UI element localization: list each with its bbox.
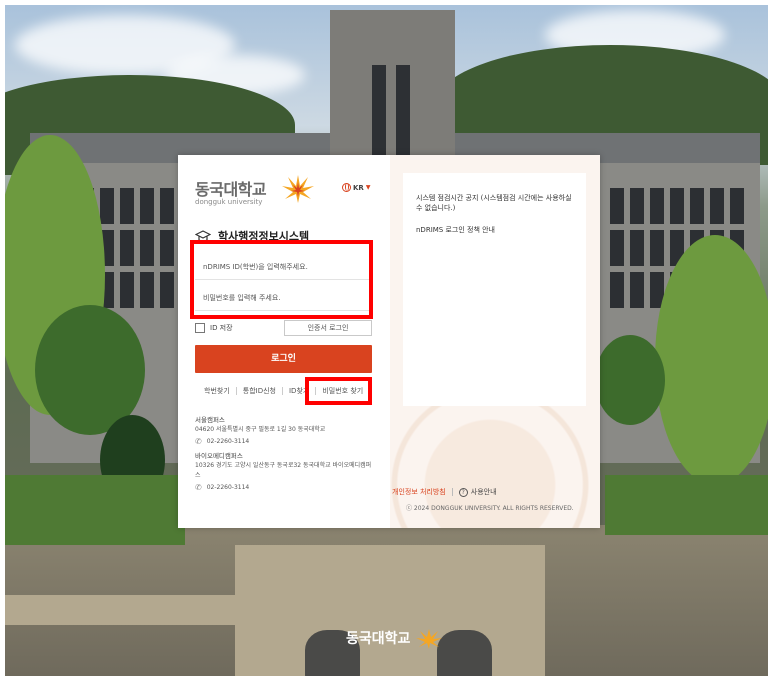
university-name: 동국대학교 bbox=[195, 180, 267, 199]
phone-icon: ✆ bbox=[195, 483, 202, 492]
user-guide-link[interactable]: ? 사용안내 bbox=[458, 487, 497, 497]
campus-name: 서울캠퍼스 bbox=[195, 416, 225, 424]
language-label: KR bbox=[353, 183, 364, 192]
campus-phone: ✆ 02-2260-3114 bbox=[195, 483, 375, 493]
campus-address: 10326 경기도 고양시 일산동구 동국로32 동국대학교 바이오메디캠퍼스 bbox=[195, 462, 372, 479]
university-name-en: dongguk university bbox=[195, 198, 263, 206]
apply-integrated-id-link[interactable]: 통합ID신청 bbox=[243, 386, 276, 396]
login-section: 동국대학교 dongguk university KR ▼ 학사행정정보시스템 … bbox=[178, 155, 390, 528]
find-password-link[interactable]: 비밀번호 찾기 bbox=[322, 386, 363, 396]
question-icon: ? bbox=[458, 487, 468, 497]
privacy-policy-link[interactable]: 개인정보 처리방침 bbox=[392, 487, 446, 497]
id-input[interactable] bbox=[195, 255, 373, 280]
globe-icon bbox=[342, 183, 351, 192]
find-links: 학번찾기 통합ID신청 ID찾기 비밀번호 찾기 bbox=[204, 386, 363, 396]
campus-phone-number: 02-2260-3114 bbox=[206, 484, 250, 491]
caret-down-icon: ▼ bbox=[365, 184, 371, 191]
system-title: 학사행정정보시스템 bbox=[195, 228, 309, 244]
university-logo: 동국대학교 dongguk university bbox=[195, 175, 314, 206]
notice-item[interactable]: 시스템 점검시간 공지 (시스템점검 시간에는 사용하실 수 없습니다.) bbox=[416, 193, 576, 213]
clock-tower bbox=[330, 10, 455, 160]
save-id-row: ID 저장 bbox=[195, 323, 233, 333]
find-student-id-link[interactable]: 학번찾기 bbox=[204, 386, 230, 396]
language-selector[interactable]: KR ▼ bbox=[342, 183, 370, 192]
save-id-label: ID 저장 bbox=[210, 324, 233, 332]
notice-list: 시스템 점검시간 공지 (시스템점검 시간에는 사용하실 수 없습니다.) nD… bbox=[403, 173, 586, 406]
notice-section: 시스템 점검시간 공지 (시스템점검 시간에는 사용하실 수 없습니다.) nD… bbox=[390, 155, 600, 528]
campus-phone-number: 02-2260-3114 bbox=[206, 438, 250, 445]
user-guide-label: 사용안내 bbox=[470, 488, 497, 496]
bottom-brand-text: 동국대학교 bbox=[346, 631, 411, 647]
campus-info: 서울캠퍼스 04620 서울특별시 중구 필동로 1길 30 동국대학교 ✆ 0… bbox=[195, 415, 375, 497]
bottom-brand-logo: 동국대학교 bbox=[346, 627, 444, 649]
notice-item[interactable]: nDRIMS 로그인 정책 안내 bbox=[416, 225, 576, 235]
campus-name: 바이오메디캠퍼스 bbox=[195, 452, 243, 460]
phone-icon: ✆ bbox=[195, 437, 202, 446]
login-button[interactable]: 로그인 bbox=[195, 345, 372, 373]
certificate-login-button[interactable]: 인증서 로그인 bbox=[284, 320, 372, 336]
login-panel: 동국대학교 dongguk university KR ▼ 학사행정정보시스템 … bbox=[178, 155, 600, 528]
password-input[interactable] bbox=[195, 286, 373, 311]
find-id-link[interactable]: ID찾기 bbox=[289, 386, 309, 396]
dongguk-flame-logo-icon bbox=[416, 629, 443, 649]
system-title-text: 학사행정정보시스템 bbox=[218, 230, 310, 243]
graduation-cap-icon bbox=[195, 229, 211, 242]
save-id-checkbox[interactable] bbox=[195, 323, 205, 333]
dongguk-flame-logo-icon bbox=[282, 175, 314, 203]
copyright-text: ⓒ 2024 DONGGUK UNIVERSITY. ALL RIGHTS RE… bbox=[406, 505, 574, 512]
footer-links: 개인정보 처리방침 ? 사용안내 bbox=[392, 487, 497, 497]
campus-address: 04620 서울특별시 중구 필동로 1길 30 동국대학교 bbox=[195, 426, 326, 433]
campus-phone: ✆ 02-2260-3114 bbox=[195, 437, 375, 447]
